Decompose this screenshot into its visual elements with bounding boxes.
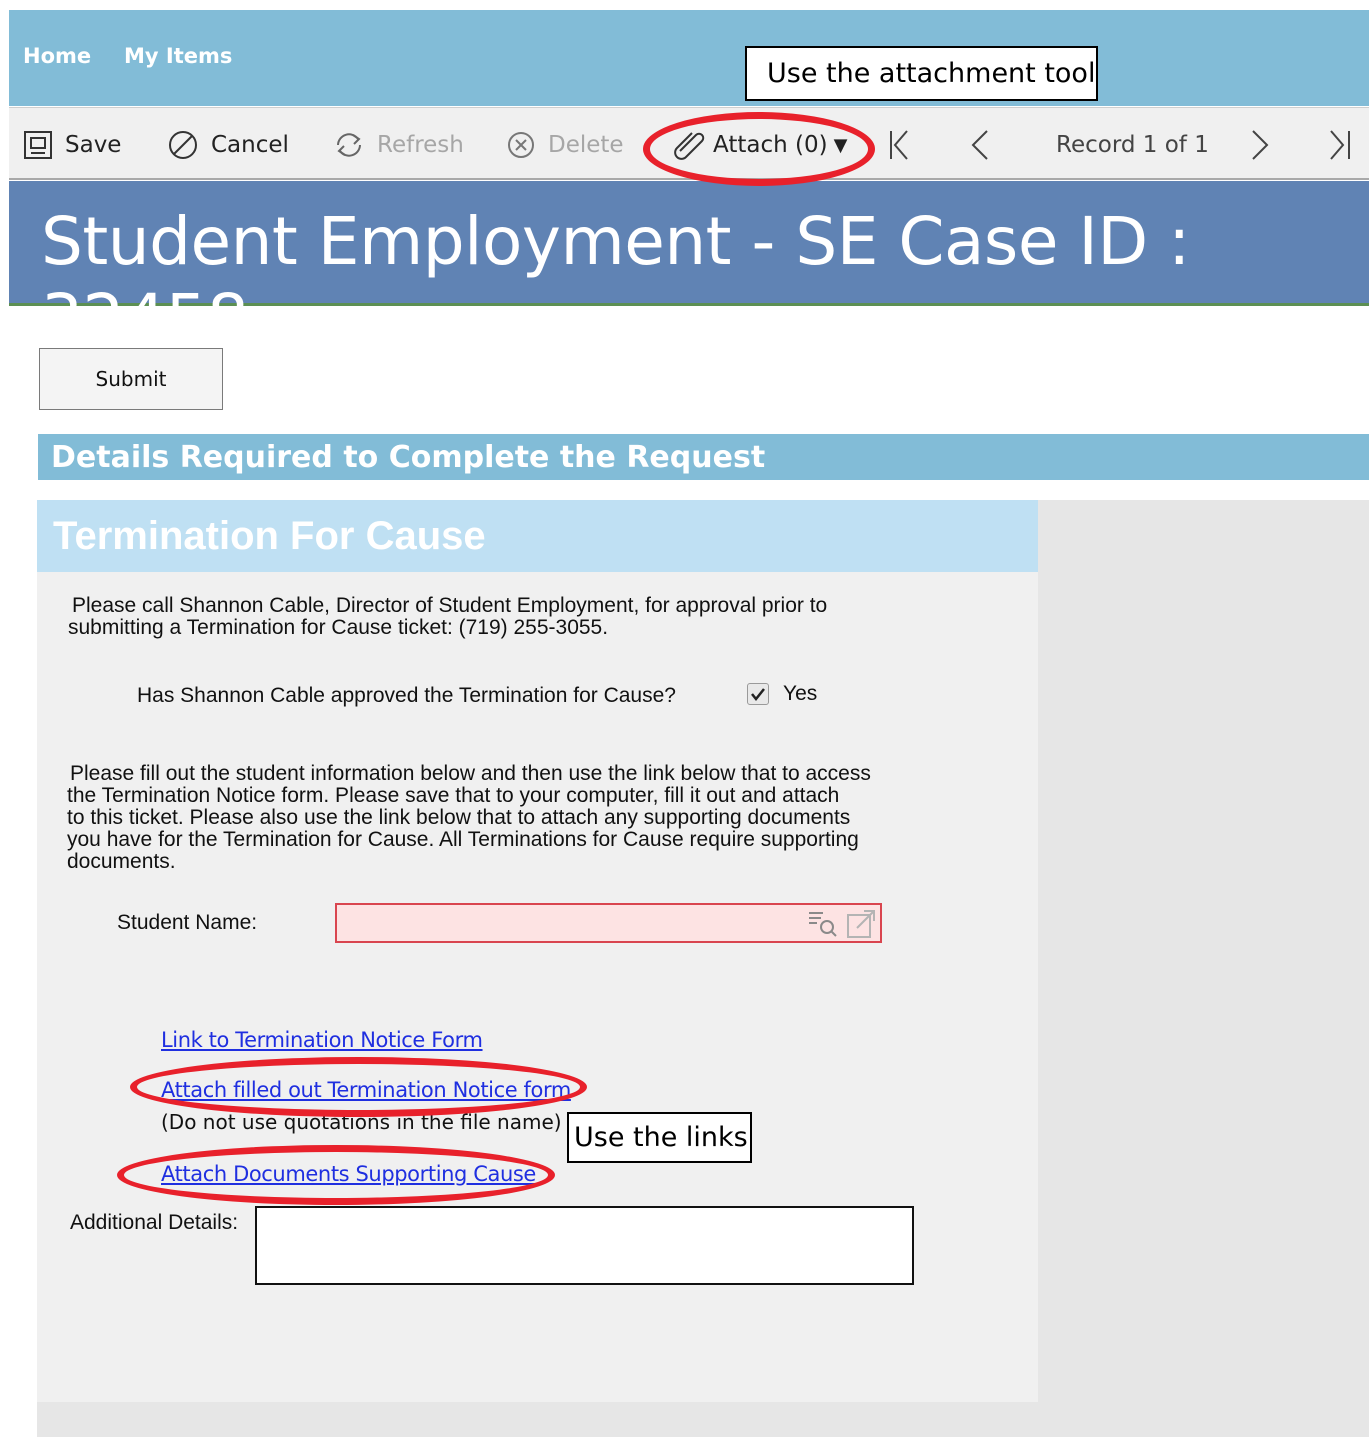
check-icon: [751, 688, 765, 702]
paperclip-icon: [673, 130, 707, 160]
refresh-label: Refresh: [377, 132, 464, 158]
additional-details-input[interactable]: [255, 1206, 914, 1285]
title-band: Student Employment - SE Case ID : 32458: [9, 181, 1369, 357]
form-heading: Termination For Cause: [37, 500, 1038, 572]
additional-details-label: Additional Details:: [70, 1211, 239, 1234]
intro-text-line2: submitting a Termination for Cause ticke…: [68, 616, 609, 639]
first-record-icon[interactable]: [887, 128, 913, 167]
callout-use-links: Use the links: [567, 1112, 752, 1163]
section-header: Details Required to Complete the Request: [38, 434, 1369, 480]
refresh-button[interactable]: Refresh: [333, 130, 464, 160]
top-nav-bar: Home My Items: [9, 10, 1369, 106]
cancel-icon: [167, 129, 199, 161]
save-button[interactable]: Save: [23, 130, 121, 160]
approval-checkbox[interactable]: [747, 683, 769, 705]
page-title: Student Employment - SE Case ID : 32458: [41, 203, 1190, 357]
filename-note: (Do not use quotations in the file name): [161, 1110, 562, 1134]
nav-my-items-link[interactable]: My Items: [124, 44, 232, 68]
refresh-icon: [333, 131, 365, 159]
link-termination-notice-form[interactable]: Link to Termination Notice Form: [161, 1028, 483, 1052]
record-toolbar: Save Cancel Refresh Delete Attach (0) ▼ …: [9, 107, 1369, 180]
save-icon: [23, 130, 53, 160]
callout-attachment-tool: Use the attachment tool: [745, 46, 1098, 101]
instructions-line2: the Termination Notice form. Please save…: [67, 784, 840, 807]
link-attach-notice-form[interactable]: Attach filled out Termination Notice for…: [161, 1078, 571, 1102]
delete-icon: [506, 130, 536, 160]
dropdown-arrow-icon: ▼: [833, 134, 848, 156]
instructions-line4: you have for the Termination for Cause. …: [67, 828, 859, 851]
approval-question: Has Shannon Cable approved the Terminati…: [137, 684, 676, 707]
intro-text-line1: Please call Shannon Cable, Director of S…: [72, 594, 828, 617]
record-counter: Record 1 of 1: [1056, 132, 1209, 158]
attach-button[interactable]: Attach (0) ▼: [673, 130, 847, 160]
side-panel: [1038, 500, 1369, 1437]
instructions-line1: Please fill out the student information …: [70, 762, 871, 785]
student-name-label: Student Name:: [117, 911, 258, 934]
open-external-icon[interactable]: [845, 908, 877, 945]
instructions-line3: to this ticket. Please also use the link…: [67, 806, 851, 829]
delete-label: Delete: [548, 132, 624, 158]
form-footer-strip: [37, 1402, 1038, 1437]
nav-home-link[interactable]: Home: [23, 44, 91, 68]
attach-label: Attach (0): [713, 132, 828, 158]
next-record-icon[interactable]: [1249, 128, 1271, 167]
instructions-line5: documents.: [67, 850, 176, 873]
previous-record-icon[interactable]: [969, 128, 991, 167]
last-record-icon[interactable]: [1327, 128, 1353, 167]
lookup-icon[interactable]: [807, 909, 839, 942]
delete-button[interactable]: Delete: [506, 130, 624, 160]
save-label: Save: [65, 132, 122, 158]
student-name-input[interactable]: [335, 903, 882, 943]
submit-button[interactable]: Submit: [39, 348, 223, 410]
cancel-button[interactable]: Cancel: [167, 130, 289, 160]
link-attach-supporting-docs[interactable]: Attach Documents Supporting Cause: [161, 1162, 536, 1186]
approval-yes-label: Yes: [783, 682, 818, 705]
cancel-label: Cancel: [211, 132, 289, 158]
